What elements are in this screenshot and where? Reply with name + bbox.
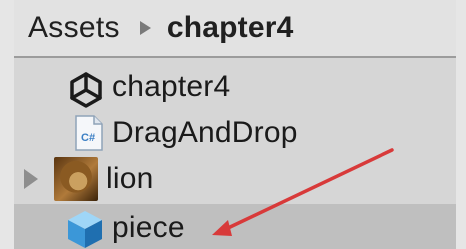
- list-item-chapter4[interactable]: chapter4: [14, 64, 456, 110]
- breadcrumb: Assets chapter4: [14, 0, 456, 58]
- asset-list: chapter4 C# DragAndDrop lion piece: [14, 58, 456, 249]
- right-gutter: [456, 0, 466, 249]
- prefab-cube-icon: [68, 211, 102, 248]
- list-item-piece[interactable]: piece: [14, 204, 456, 249]
- list-item-label: chapter4: [112, 70, 231, 103]
- lion-texture-thumbnail: [54, 157, 98, 201]
- list-item-label: piece: [112, 211, 185, 244]
- csharp-icon-text: C#: [81, 132, 95, 144]
- csharp-script-icon: C#: [75, 115, 103, 151]
- breadcrumb-current-folder[interactable]: chapter4: [167, 11, 294, 45]
- project-panel: Assets chapter4 chapter4 C# DragAndDrop …: [0, 0, 466, 249]
- list-item-label: lion: [106, 162, 154, 195]
- list-item-draganddrop[interactable]: C# DragAndDrop: [14, 110, 456, 156]
- expand-arrow-icon[interactable]: [24, 169, 38, 189]
- breadcrumb-assets[interactable]: Assets: [28, 11, 120, 45]
- unity-scene-icon: [70, 72, 102, 108]
- breadcrumb-separator-icon: [139, 21, 151, 35]
- list-item-lion[interactable]: lion: [14, 156, 456, 202]
- list-item-label: DragAndDrop: [112, 116, 298, 149]
- left-gutter: [0, 0, 14, 249]
